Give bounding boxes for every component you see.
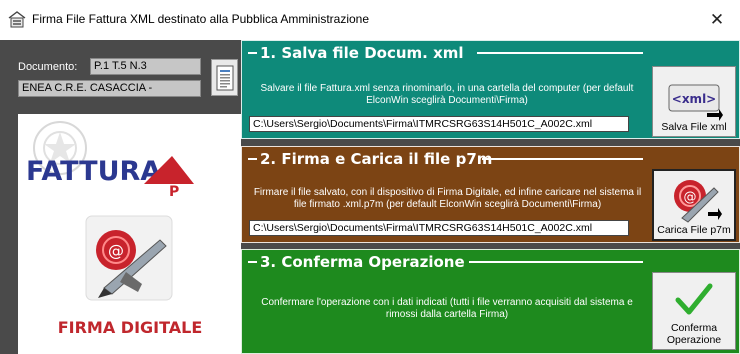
close-icon: ✕ <box>709 10 725 29</box>
step1-description: Salvare il file Fattura.xml senza rinomi… <box>260 83 634 106</box>
step2-description: Firmare il file salvato, con il disposit… <box>253 187 642 210</box>
document-field: P.1 T.5 N.3 <box>90 58 201 75</box>
supplier-field: ENEA C.R.E. CASACCIA - <box>18 80 201 97</box>
svg-text:@: @ <box>684 190 697 205</box>
upload-p7m-button[interactable]: @ Carica File p7m <box>652 169 736 241</box>
step-confirm-panel: 3. Conferma Operazione Confermare l'oper… <box>241 249 740 354</box>
fattura-pa-logo: FATTURA P <box>26 156 194 200</box>
firma-digitale-logo: @ FIRMA DIGITALE <box>42 212 218 342</box>
document-icon <box>216 65 233 90</box>
close-button[interactable]: ✕ <box>694 0 740 40</box>
step-sign-upload-panel: 2. Firma e Carica il file p7m Firmare il… <box>241 146 740 243</box>
svg-text:@: @ <box>108 241 124 260</box>
checkmark-icon <box>675 283 713 315</box>
upload-p7m-label: Carica File p7m <box>657 224 731 236</box>
document-label: Documento: <box>18 61 78 73</box>
step2-path-field[interactable]: C:\Users\Sergio\Documents\Firma\ITMRCSRG… <box>249 220 629 236</box>
step3-title: 3. Conferma Operazione <box>260 253 465 271</box>
confirm-button[interactable]: Conferma Operazione <box>652 272 736 350</box>
step2-title: 2. Firma e Carica il file p7m <box>260 150 493 168</box>
svg-text:P: P <box>169 184 179 200</box>
save-xml-button[interactable]: <xml> Salva File xml <box>652 66 736 137</box>
title-bar: Firma File Fattura XML destinato alla Pu… <box>0 0 740 40</box>
document-view-button[interactable] <box>211 59 238 96</box>
save-xml-label: Salva File xml <box>661 121 727 133</box>
app-icon <box>8 11 26 28</box>
step3-description: Confermare l'operazione con i dati indic… <box>261 297 633 320</box>
step1-title: 1. Salva file Docum. xml <box>260 44 464 62</box>
confirm-label: Conferma Operazione <box>666 322 722 346</box>
firma-digitale-text: FIRMA DIGITALE <box>57 318 203 337</box>
step-save-panel: 1. Salva file Docum. xml Salvare il file… <box>241 40 740 139</box>
step1-path-field[interactable]: C:\Users\Sergio\Documents\Firma\ITMRCSRG… <box>249 116 629 132</box>
fattura-logo-text: FATTURA <box>26 156 161 187</box>
window-title: Firma File Fattura XML destinato alla Pu… <box>32 12 370 26</box>
seal-pen-icon: @ <box>85 215 173 301</box>
logo-panel: FATTURA P @ FIRMA DIGITALE <box>18 114 241 354</box>
seal-pen-icon: @ <box>674 180 722 223</box>
xml-file-icon: <xml> <box>668 84 723 121</box>
svg-text:<xml>: <xml> <box>672 92 716 106</box>
document-row: Documento: P.1 T.5 N.3 <box>18 58 218 76</box>
main-body: Documento: P.1 T.5 N.3 ENEA C.R.E. CASAC… <box>0 40 740 354</box>
